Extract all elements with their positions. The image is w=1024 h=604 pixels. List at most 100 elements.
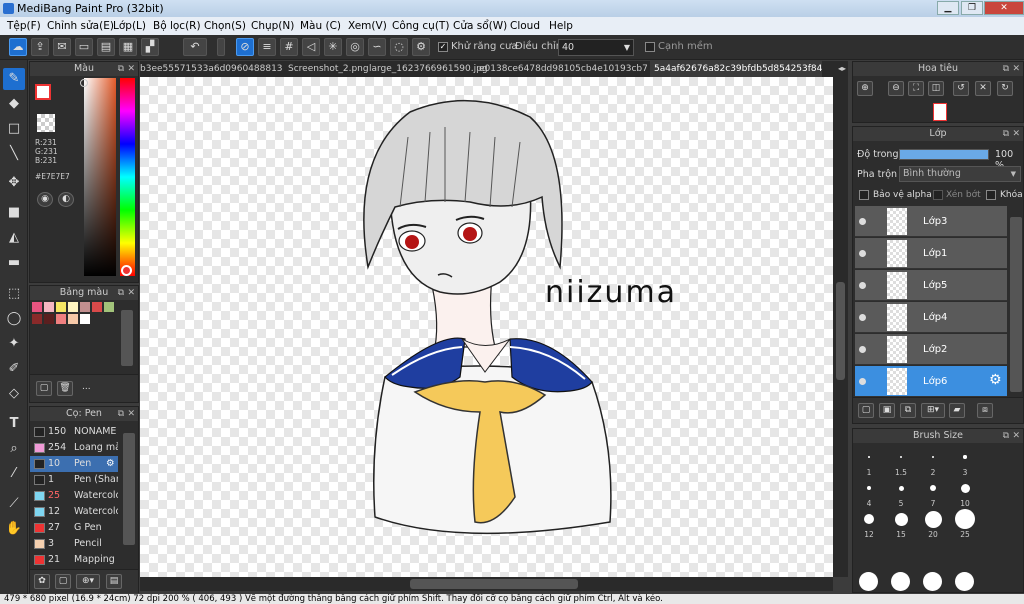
menu-layer[interactable]: Lớp(L) bbox=[113, 17, 146, 35]
rotate-right-icon[interactable]: ↻ bbox=[997, 81, 1013, 96]
curve-snap-icon[interactable]: ∽ bbox=[368, 38, 386, 56]
brush-settings-gear-icon[interactable]: ⚙ bbox=[106, 456, 115, 472]
line-tool-icon[interactable]: ╲ bbox=[3, 143, 25, 165]
saturation-value-field[interactable] bbox=[84, 78, 116, 276]
brush-size-option[interactable] bbox=[868, 456, 870, 458]
clipping-checkbox[interactable] bbox=[933, 190, 943, 200]
popout-icon[interactable]: ⧉ bbox=[118, 62, 124, 76]
menu-file[interactable]: Tệp(F) bbox=[7, 17, 41, 35]
chat-icon[interactable]: ▭ bbox=[75, 38, 93, 56]
palette-swatch[interactable] bbox=[56, 314, 66, 324]
tab-scroll-arrows[interactable]: ◂▸ bbox=[836, 61, 848, 77]
dot-tool-icon[interactable]: □ bbox=[3, 118, 25, 140]
brush-size-option[interactable] bbox=[859, 572, 878, 591]
palette-swatch[interactable] bbox=[80, 302, 90, 312]
popout-icon[interactable]: ⧉ bbox=[118, 407, 124, 421]
divide-tool-icon[interactable]: ⁄ bbox=[3, 463, 25, 485]
snap-settings-icon[interactable]: ⚙ bbox=[412, 38, 430, 56]
select-eraser-tool-icon[interactable]: ◇ bbox=[3, 383, 25, 405]
rotate-left-icon[interactable]: ↺ bbox=[953, 81, 969, 96]
hand-tool-icon[interactable]: ✋ bbox=[3, 518, 25, 540]
cross-snap-icon[interactable]: # bbox=[280, 38, 298, 56]
text-tool-icon[interactable]: T bbox=[3, 413, 25, 435]
parallel-snap-icon[interactable]: ≡ bbox=[258, 38, 276, 56]
eye-icon[interactable] bbox=[859, 282, 866, 289]
horizontal-scroll-thumb[interactable] bbox=[410, 579, 578, 589]
brush-size-option[interactable] bbox=[866, 485, 872, 491]
comment-icon[interactable]: ✉ bbox=[53, 38, 71, 56]
undo-icon[interactable]: ↶ bbox=[183, 38, 207, 56]
lasso-tool-icon[interactable]: ◯ bbox=[3, 308, 25, 330]
palette-swatch[interactable] bbox=[32, 302, 42, 312]
move-tool-icon[interactable]: ✥ bbox=[3, 172, 25, 194]
palette-swatch[interactable] bbox=[44, 302, 54, 312]
close-icon[interactable]: ✕ bbox=[1012, 429, 1020, 443]
minimize-button[interactable]: ▁ bbox=[937, 1, 959, 15]
document-icon[interactable]: ▤ bbox=[97, 38, 115, 56]
menu-help[interactable]: Help bbox=[549, 17, 573, 35]
close-icon[interactable]: ✕ bbox=[127, 62, 135, 76]
canvas-horizontal-scrollbar[interactable] bbox=[140, 577, 833, 591]
eyedropper-tool-icon[interactable]: ⟋ bbox=[3, 493, 25, 515]
brush-size-option[interactable] bbox=[898, 485, 904, 491]
layer-settings-gear-icon[interactable]: ⚙ bbox=[989, 372, 1002, 388]
layer-item[interactable]: Lớp3 bbox=[855, 206, 1007, 237]
tab-doc-3[interactable]: large_1623766961590.jpg bbox=[369, 61, 488, 77]
eye-icon[interactable] bbox=[859, 250, 866, 257]
brush-item[interactable]: 1 Pen (Sharp) bbox=[30, 472, 118, 488]
layer-item[interactable]: Lớp2 bbox=[855, 334, 1007, 365]
tab-doc-1[interactable]: b3ee55571533a6d09604888133.jpg bbox=[140, 61, 283, 77]
upload-icon[interactable]: ⇪ bbox=[31, 38, 49, 56]
color-picker-cursor[interactable] bbox=[80, 79, 88, 87]
cloud-sync-icon[interactable]: ☁ bbox=[9, 38, 27, 56]
brush-size-option[interactable] bbox=[894, 512, 908, 526]
tab-doc-2[interactable]: Screenshot_2.png bbox=[288, 61, 369, 77]
fill-rect-tool-icon[interactable]: ■ bbox=[3, 202, 25, 224]
radial-snap-icon[interactable]: ✳ bbox=[324, 38, 342, 56]
eye-icon[interactable] bbox=[859, 378, 866, 385]
brush-size-option[interactable] bbox=[931, 455, 935, 459]
lock-checkbox[interactable] bbox=[986, 190, 996, 200]
close-icon[interactable]: ✕ bbox=[1012, 127, 1020, 141]
select-pen-tool-icon[interactable]: ✐ bbox=[3, 358, 25, 380]
brush-size-option[interactable] bbox=[960, 483, 970, 493]
brush-size-option[interactable] bbox=[955, 572, 974, 591]
color-wheel-icon[interactable]: ◉ bbox=[37, 192, 53, 207]
soft-edge-checkbox[interactable] bbox=[645, 42, 655, 52]
brush-item[interactable]: 150 NONAME bbox=[30, 424, 118, 440]
menu-view[interactable]: Xem(V) bbox=[348, 17, 387, 35]
adjust-dropdown[interactable]: 40 ▼ bbox=[558, 39, 634, 56]
brush-item[interactable]: 10 Pen ⚙ bbox=[30, 456, 118, 472]
palette-swatch[interactable] bbox=[92, 302, 102, 312]
eye-icon[interactable] bbox=[859, 218, 866, 225]
duplicate-layer-icon[interactable]: ⧉ bbox=[900, 403, 916, 418]
hue-slider[interactable] bbox=[120, 78, 135, 276]
menu-color[interactable]: Màu (C) bbox=[300, 17, 341, 35]
palette-scrollbar[interactable] bbox=[121, 310, 133, 366]
navigator-preview[interactable] bbox=[933, 103, 947, 121]
palette-swatch[interactable] bbox=[80, 314, 90, 324]
transparent-color-swatch[interactable] bbox=[37, 114, 55, 132]
blend-mode-dropdown[interactable]: Bình thường ▼ bbox=[899, 166, 1021, 182]
palette-swatch[interactable] bbox=[56, 302, 66, 312]
eye-icon[interactable] bbox=[859, 314, 866, 321]
close-icon[interactable]: ✕ bbox=[127, 407, 135, 421]
circle-snap-icon[interactable]: ◎ bbox=[346, 38, 364, 56]
hue-slider-handle[interactable] bbox=[121, 265, 132, 276]
zoom-out-icon[interactable]: ⊖ bbox=[888, 81, 904, 96]
popout-icon[interactable]: ⧉ bbox=[1003, 62, 1009, 76]
close-icon[interactable]: ✕ bbox=[127, 286, 135, 300]
brush-item[interactable]: 254 Loang màu bbox=[30, 440, 118, 456]
brush-tool-icon[interactable]: ✎ bbox=[3, 68, 25, 90]
palette-swatch[interactable] bbox=[68, 302, 78, 312]
popout-icon[interactable]: ⧉ bbox=[118, 286, 124, 300]
protect-alpha-checkbox[interactable] bbox=[859, 190, 869, 200]
menu-cloud[interactable]: Cloud bbox=[510, 17, 540, 35]
palette-swatch[interactable] bbox=[104, 302, 114, 312]
menu-window[interactable]: Cửa sổ(W) bbox=[453, 17, 507, 35]
foreground-color-swatch[interactable] bbox=[35, 84, 51, 100]
brush-item[interactable]: 12 Watercolor bbox=[30, 504, 118, 520]
layer-item[interactable]: Lớp6 ⚙ bbox=[855, 366, 1007, 397]
close-button[interactable]: ✕ bbox=[984, 1, 1024, 15]
eraser-tool-icon[interactable]: ◆ bbox=[3, 93, 25, 115]
